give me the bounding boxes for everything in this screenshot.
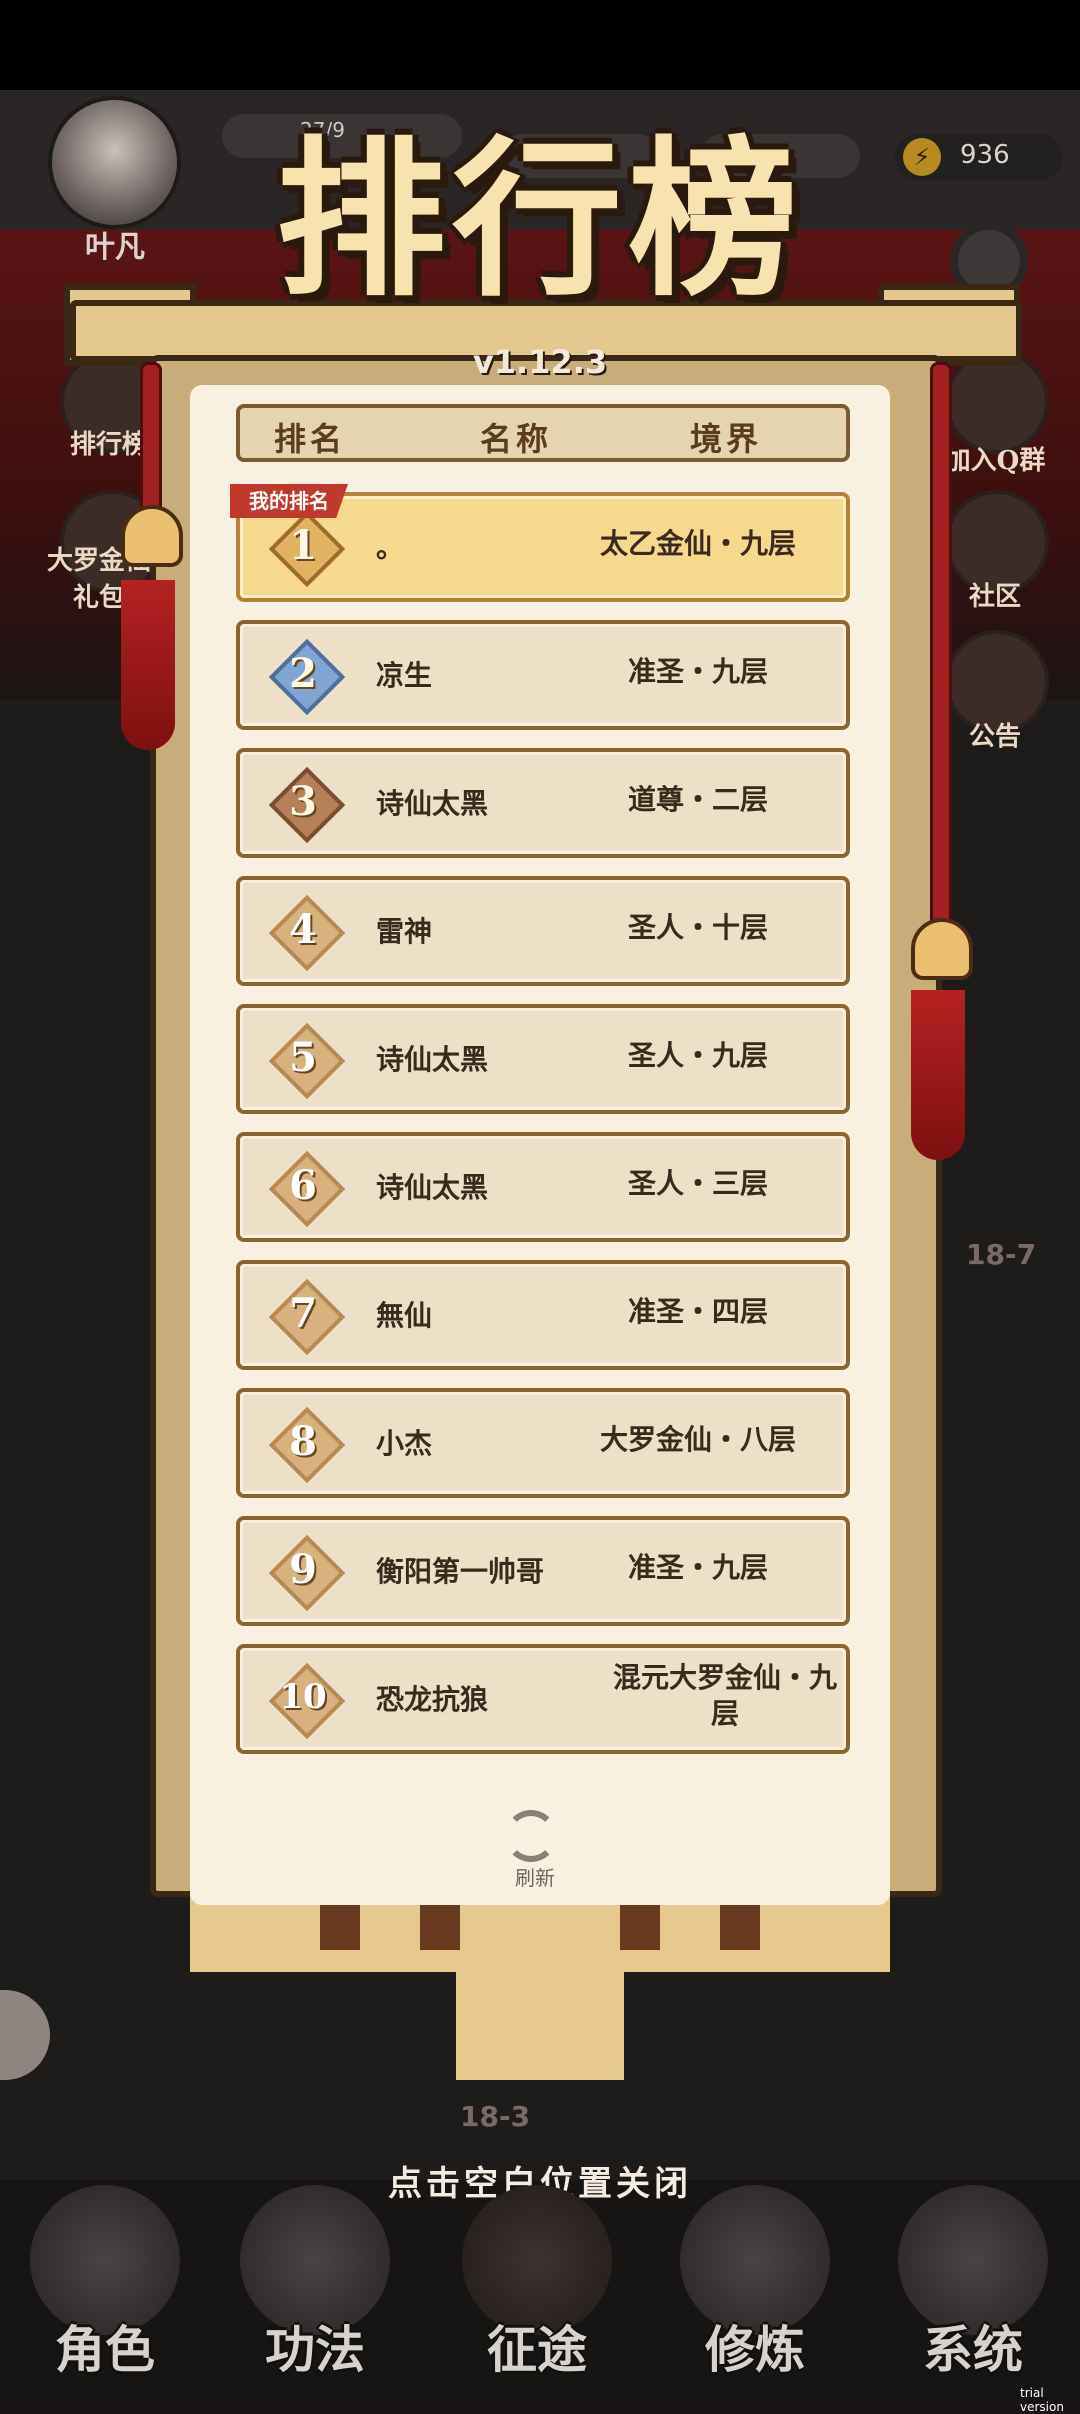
header-name: 名称: [480, 420, 553, 458]
rank-badge: 6: [268, 1150, 346, 1228]
my-rank-tag: 我的排名: [230, 484, 348, 518]
nav-skills[interactable]: 功法: [220, 2175, 410, 2400]
rank-badge: 7: [268, 1278, 346, 1356]
nav-system[interactable]: 系统: [878, 2175, 1068, 2400]
rank-badge-gold: 1: [268, 510, 346, 588]
rank-badge-silver: 2: [268, 638, 346, 716]
energy-value: 936: [960, 140, 1010, 170]
rank-number: 10: [279, 1677, 327, 1717]
tassel: [911, 990, 965, 1160]
leaderboard-row[interactable]: 2 凉生 准圣・九层: [236, 620, 850, 730]
leaderboard-row[interactable]: 3 诗仙太黑 道尊・二层: [236, 748, 850, 858]
nav-label: 功法: [265, 2320, 365, 2379]
player-name-cell: 雷神: [376, 915, 433, 948]
leaderboard-row[interactable]: 5 诗仙太黑 圣人・九层: [236, 1004, 850, 1114]
realm-cell: 大罗金仙・八层: [599, 1423, 796, 1456]
version-label: v1.12.3: [472, 343, 608, 381]
realm-cell: 圣人・九层: [627, 1039, 768, 1072]
bell-icon: [911, 918, 973, 980]
rank-badge-bronze: 3: [268, 766, 346, 844]
nav-label: 征途: [487, 2320, 587, 2379]
leaderboard-row[interactable]: 7 無仙 准圣・四层: [236, 1260, 850, 1370]
leaderboard-row[interactable]: 8 小杰 大罗金仙・八层: [236, 1388, 850, 1498]
nav-character[interactable]: 角色: [10, 2175, 200, 2400]
tassel-cord: [930, 362, 952, 928]
realm-cell: 道尊・二层: [627, 783, 768, 816]
realm-cell: 混元大罗金仙・九层: [612, 1661, 837, 1730]
realm-cell: 太乙金仙・九层: [599, 527, 796, 560]
rank-badge: 9: [268, 1534, 346, 1612]
realm-cell: 准圣・九层: [627, 655, 768, 688]
avatar[interactable]: [48, 96, 181, 229]
realm-cell: 圣人・三层: [627, 1167, 768, 1200]
rank-number: 8: [289, 1417, 317, 1465]
nav-label: 角色: [55, 2320, 155, 2379]
leaderboard-row[interactable]: 9 衡阳第一帅哥 准圣・九层: [236, 1516, 850, 1626]
player-name: 叶凡: [85, 230, 145, 265]
leaderboard-row[interactable]: 4 雷神 圣人・十层: [236, 876, 850, 986]
player-name-cell: 衡阳第一帅哥: [376, 1555, 545, 1588]
player-name-cell: 诗仙太黑: [376, 1043, 489, 1076]
refresh-icon[interactable]: [505, 1810, 557, 1862]
player-name-cell: 小杰: [376, 1427, 433, 1460]
player-name-cell: 。: [376, 531, 405, 564]
tassel-cord: [140, 362, 162, 518]
rank-badge: 10: [268, 1662, 346, 1740]
player-name-cell: 诗仙太黑: [376, 787, 489, 820]
rank-badge: 5: [268, 1022, 346, 1100]
leaderboard-row[interactable]: 6 诗仙太黑 圣人・三层: [236, 1132, 850, 1242]
nav-cultivate[interactable]: 修炼: [660, 2175, 850, 2400]
rank-number: 3: [289, 777, 317, 825]
nav-label: 系统: [923, 2320, 1023, 2379]
header-rank: 排名: [274, 420, 347, 458]
leaderboard-row[interactable]: 10 恐龙抗狼 混元大罗金仙・九层: [236, 1644, 850, 1754]
watermark: trial version: [1020, 2386, 1064, 2414]
tassel: [121, 580, 175, 750]
lightning-icon: ⚡: [903, 138, 941, 176]
realm-cell: 圣人・十层: [627, 911, 768, 944]
player-name-cell: 無仙: [376, 1299, 433, 1332]
page-title: 排行榜: [275, 120, 804, 320]
player-name-cell: 恐龙抗狼: [376, 1683, 489, 1716]
nav-journey[interactable]: 征途: [442, 2175, 632, 2400]
player-name-cell: 诗仙太黑: [376, 1171, 489, 1204]
bell-icon: [121, 505, 183, 567]
rank-number: 4: [289, 905, 317, 953]
nav-label: 修炼: [705, 2320, 805, 2379]
rank-number: 5: [289, 1033, 317, 1081]
rank-number: 9: [289, 1545, 317, 1593]
rank-number: 2: [289, 649, 317, 697]
status-bar: [0, 0, 1080, 90]
rank-number: 7: [289, 1289, 317, 1337]
rank-number: 6: [289, 1161, 317, 1209]
stage-label: 18-3: [460, 2100, 531, 2133]
realm-cell: 准圣・九层: [627, 1551, 768, 1584]
header-realm: 境界: [690, 420, 763, 458]
rank-badge: 4: [268, 894, 346, 972]
player-name-cell: 凉生: [376, 659, 433, 692]
refresh-button[interactable]: 刷新: [500, 1862, 570, 1891]
rank-number: 1: [289, 521, 317, 569]
realm-cell: 准圣・四层: [627, 1295, 768, 1328]
rank-badge: 8: [268, 1406, 346, 1484]
stage-label: 18-7: [966, 1238, 1037, 1271]
leaderboard-header: 排名 名称 境界: [236, 404, 850, 462]
